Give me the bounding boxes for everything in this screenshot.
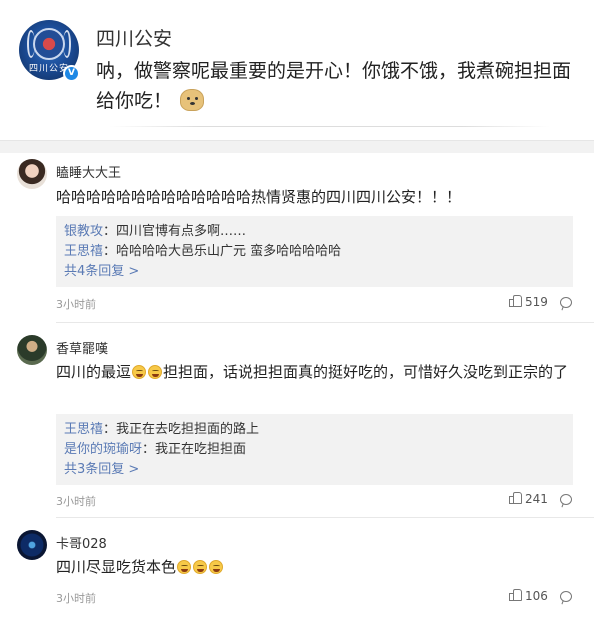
- comment-text: 四川尽显吃货本色: [56, 556, 576, 579]
- avatar[interactable]: [17, 335, 47, 365]
- post-divider: [110, 126, 550, 127]
- comment-time: 3小时前: [56, 592, 96, 605]
- reply-user[interactable]: 王思禧: [64, 244, 103, 259]
- post-body: 呐，做警察呢最重要的是开心！你饿不饿，我煮碗担担面给你吃！: [96, 60, 572, 112]
- comment-item: 瞌睡大大王 哈哈哈哈哈哈哈哈哈哈哈哈哈热情贤惠的四川四川公安！！！ 银教攻：四川…: [0, 153, 594, 323]
- thumbs-up-icon: [509, 589, 522, 601]
- comment-bubble-icon[interactable]: [560, 591, 572, 602]
- reply-text: ：四川官博有点多啊……: [103, 224, 247, 239]
- police-emblem-icon: [33, 28, 65, 60]
- comment-text: 四川的最逗 担担面，话说担担面真的挺好吃的，可惜好久没吃到正宗的了: [56, 361, 576, 384]
- section-separator: [0, 140, 594, 153]
- reply-line: 王思禧：我正在去吃担担面的路上: [64, 420, 565, 440]
- avatar[interactable]: [17, 159, 47, 189]
- reply-text: ：哈哈哈哈大邑乐山广元 蛮多哈哈哈哈哈: [103, 244, 342, 259]
- thumbs-up-icon: [509, 295, 522, 307]
- more-replies-link[interactable]: 共4条回复 >: [64, 262, 565, 282]
- reply-line: 是你的琬瑜呀：我正在吃担担面: [64, 440, 565, 460]
- comment-text-part: 四川尽显吃货本色: [56, 558, 177, 576]
- like-button[interactable]: 241: [509, 492, 548, 506]
- comment-item: 香草罷嘆 四川的最逗 担担面，话说担担面真的挺好吃的，可惜好久没吃到正宗的了 王思…: [0, 323, 594, 518]
- avatar[interactable]: [17, 530, 47, 560]
- commenter-name[interactable]: 卡哥028: [56, 533, 107, 552]
- like-count: 106: [525, 589, 548, 603]
- comment-item: 卡哥028 四川尽显吃货本色 3小时前 106: [0, 518, 594, 619]
- author-name[interactable]: 四川公安: [96, 24, 172, 51]
- like-count: 519: [525, 295, 548, 309]
- laugh-emoji-icon: [193, 560, 208, 574]
- reply-line: 银教攻：四川官博有点多啊……: [64, 222, 565, 242]
- wreath-right-icon: [63, 30, 71, 58]
- reply-text: ：我正在吃担担面: [142, 442, 247, 457]
- verified-badge-icon: V: [63, 65, 80, 82]
- reply-line: 王思禧：哈哈哈哈大邑乐山广元 蛮多哈哈哈哈哈: [64, 242, 565, 262]
- laugh-emoji-icon: [177, 560, 192, 574]
- comment-text-part: 担担面，话说担担面真的挺好吃的，可惜好久没吃到正宗的了: [163, 363, 569, 381]
- like-count: 241: [525, 492, 548, 506]
- commenter-name[interactable]: 香草罷嘆: [56, 338, 108, 357]
- comment-time: 3小时前: [56, 495, 96, 508]
- laugh-emoji-icon: [132, 365, 147, 379]
- reply-text: ：我正在去吃担担面的路上: [103, 422, 260, 437]
- commenter-name[interactable]: 瞌睡大大王: [56, 162, 121, 181]
- comment-time: 3小时前: [56, 298, 96, 311]
- doge-icon: [180, 89, 205, 111]
- laugh-emoji-icon: [148, 365, 163, 379]
- like-button[interactable]: 519: [509, 295, 548, 309]
- comment-text-part: 四川的最逗: [56, 363, 132, 381]
- more-replies-link[interactable]: 共3条回复 >: [64, 460, 565, 480]
- like-button[interactable]: 106: [509, 589, 548, 603]
- comment-bubble-icon[interactable]: [560, 297, 572, 308]
- laugh-emoji-icon: [209, 560, 224, 574]
- reply-preview[interactable]: 王思禧：我正在去吃担担面的路上 是你的琬瑜呀：我正在吃担担面 共3条回复 >: [56, 414, 573, 485]
- comment-bubble-icon[interactable]: [560, 494, 572, 505]
- reply-preview[interactable]: 银教攻：四川官博有点多啊…… 王思禧：哈哈哈哈大邑乐山广元 蛮多哈哈哈哈哈 共4…: [56, 216, 573, 287]
- reply-user[interactable]: 王思禧: [64, 422, 103, 437]
- reply-user[interactable]: 是你的琬瑜呀: [64, 442, 142, 457]
- weibo-post: 四川公安 V 四川公安 呐，做警察呢最重要的是开心！你饿不饿，我煮碗担担面给你吃…: [0, 0, 594, 140]
- reply-user[interactable]: 银教攻: [64, 224, 103, 239]
- comment-text: 哈哈哈哈哈哈哈哈哈哈哈哈哈热情贤惠的四川四川公安！！！: [56, 188, 462, 206]
- post-text: 呐，做警察呢最重要的是开心！你饿不饿，我煮碗担担面给你吃！: [96, 56, 582, 116]
- thumbs-up-icon: [509, 492, 522, 504]
